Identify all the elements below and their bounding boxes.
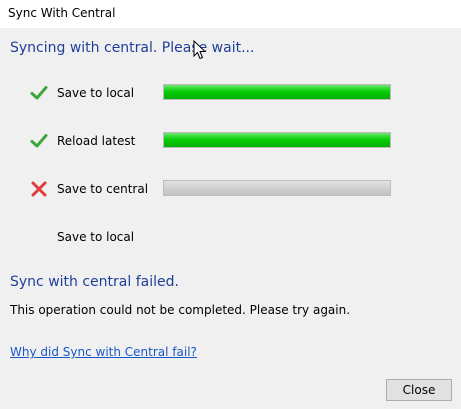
title-bar: Sync With Central [0,0,461,28]
step-label: Save to local [57,230,135,244]
green-check-icon [30,84,48,102]
mouse-cursor-icon [193,39,207,60]
why-did-sync-fail-link[interactable]: Why did Sync with Central fail? [10,345,197,359]
step-label: Reload latest [57,134,136,148]
progress-bar-save-to-central [163,180,391,196]
step-reload-latest: Reload latest [0,130,461,154]
close-button[interactable]: Close [386,379,452,401]
progress-bar-save-to-local [163,84,391,100]
red-x-icon [30,180,48,198]
green-check-icon [30,132,48,150]
sync-with-central-dialog: Sync With Central Syncing with central. … [0,0,461,409]
step-label: Save to central [57,182,149,196]
step-save-to-local: Save to local [0,82,461,106]
failure-title: Sync with central failed. [10,274,179,290]
step-save-to-local-final: Save to local [0,226,461,250]
progress-bar-reload-latest [163,132,391,148]
failure-message: This operation could not be completed. P… [10,303,351,317]
step-label: Save to local [57,86,135,100]
status-heading: Syncing with central. Please wait... [10,40,255,56]
step-save-to-central: Save to central [0,178,461,202]
window-title: Sync With Central [8,6,116,20]
progress-bar-fill [164,85,390,99]
progress-bar-fill [164,133,390,147]
